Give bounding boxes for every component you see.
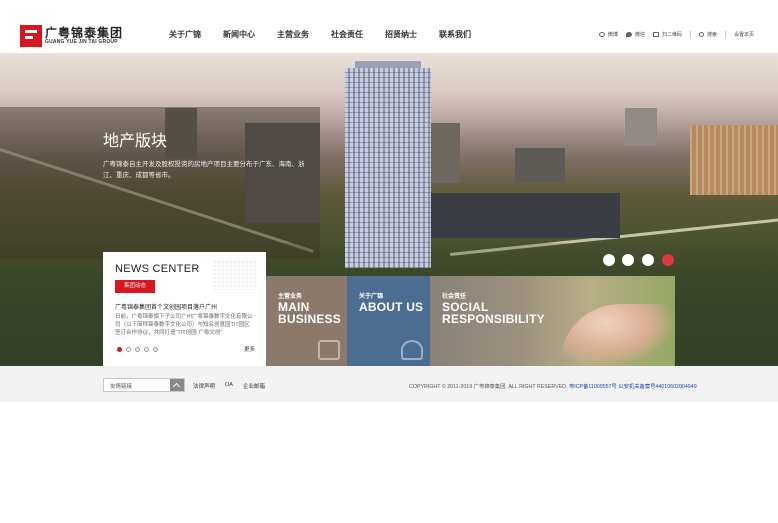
tile-main-business[interactable]: 主营业务 MAIN BUSINESS: [266, 276, 347, 366]
building-icon[interactable]: [662, 254, 674, 266]
footer-links: 法律声明 OA 企业邮箱: [193, 382, 275, 390]
select-value: 友情链接: [110, 384, 133, 390]
search-icon: [698, 32, 704, 37]
nav-item-business[interactable]: 主营业务: [277, 29, 309, 40]
copyright-text: COPYRIGHT © 2011-2019 广粤锦泰集团. ALL RIGHT …: [409, 384, 568, 390]
news-summary: 日前，广粤锦泰旗下子公司广州广粤锦泰数字文化有限公司（以下简称锦泰数字文化公司）…: [115, 314, 253, 336]
pagination-dot[interactable]: [153, 347, 158, 352]
nav-item-news[interactable]: 新闻中心: [223, 29, 255, 40]
set-home-link[interactable]: 设置本页: [734, 31, 754, 38]
nav-item-contact[interactable]: 联系我们: [439, 29, 471, 40]
top-links: 微博 微信 扫二维码 搜索 设置本页: [591, 31, 754, 38]
wechat-link[interactable]: 微信: [625, 31, 645, 38]
footer-link-mail[interactable]: 企业邮箱: [243, 382, 265, 390]
site-header: 广粤锦泰集团 GUANG YUE JIN TAI GROUP 关于广锦 新闻中心…: [0, 0, 778, 53]
pagination-dot[interactable]: [144, 347, 149, 352]
friend-links-select[interactable]: 友情链接: [103, 378, 185, 392]
scan-label: 扫二维码: [661, 32, 682, 38]
building: [515, 148, 565, 182]
binoculars-icon[interactable]: [603, 254, 615, 266]
footer-link-oa[interactable]: OA: [225, 382, 233, 390]
logo[interactable]: 广粤锦泰集团 GUANG YUE JIN TAI GROUP: [20, 25, 122, 47]
icp-link[interactable]: 粤ICP备11009557号: [569, 384, 617, 390]
news-center-card: NEWS CENTER 集团动态 广粤锦泰集团首个文创园项目落户广州 日前，广粤…: [103, 252, 266, 366]
set-home-label: 设置本页: [733, 32, 754, 38]
tile-social-responsibility[interactable]: 社会责任 SOCIAL RESPONSIBILITY: [430, 276, 675, 366]
page: 广粤锦泰集团 GUANG YUE JIN TAI GROUP 关于广锦 新闻中心…: [0, 0, 778, 523]
weibo-icon: [598, 32, 605, 37]
tile-subtitle: 关于广锦: [359, 294, 384, 300]
main-nav: 关于广锦 新闻中心 主营业务 社会责任 招贤纳士 联系我们: [160, 29, 493, 40]
divider: [689, 31, 691, 38]
people-icon: [401, 340, 423, 360]
wechat-icon: [625, 32, 632, 37]
nav-item-responsibility[interactable]: 社会责任: [331, 29, 363, 40]
briefcase-icon: [318, 340, 340, 360]
weibo-link[interactable]: 微博: [598, 31, 618, 38]
weibo-label: 微博: [607, 32, 618, 38]
nav-item-about[interactable]: 关于广锦: [169, 29, 201, 40]
tile-title: SOCIAL RESPONSIBILITY: [442, 300, 545, 326]
hero-description: 广粤锦泰自主开发及股权投资的房地产项目主要分布于广东、海南、浙江、重庆、成都等省…: [103, 161, 305, 179]
tower: [345, 68, 431, 268]
building: [430, 193, 620, 238]
wechat-label: 微信: [634, 32, 645, 38]
building: [690, 125, 778, 195]
tile-subtitle: 主营业务: [278, 294, 303, 300]
news-more-link[interactable]: 更多: [244, 345, 255, 353]
search-link[interactable]: 搜索: [698, 31, 717, 38]
news-pagination: [117, 347, 162, 352]
pagination-dot[interactable]: [126, 347, 131, 352]
qrcode-icon: [652, 32, 659, 37]
tile-about-us[interactable]: 关于广锦 ABOUT US: [347, 276, 430, 366]
graduation-cap-icon[interactable]: [642, 254, 654, 266]
site-footer: 友情链接 法律声明 OA 企业邮箱 COPYRIGHT © 2011-2019 …: [0, 366, 778, 402]
tile-subtitle: 社会责任: [442, 294, 467, 300]
logo-mark-icon: [20, 25, 42, 47]
building: [625, 108, 657, 146]
building: [430, 123, 460, 183]
police-record-link[interactable]: 公安机关备案号44010602004949: [618, 384, 696, 390]
hands-image: [560, 304, 675, 366]
divider: [724, 31, 726, 38]
tile-title: ABOUT US: [359, 300, 424, 314]
news-center-title: NEWS CENTER: [115, 263, 200, 275]
scan-link[interactable]: 扫二维码: [652, 31, 682, 38]
pagination-dot[interactable]: [135, 347, 140, 352]
award-icon[interactable]: [622, 254, 634, 266]
news-headline[interactable]: 广粤锦泰集团首个文创园项目落户广州: [115, 302, 260, 311]
chevron-up-icon[interactable]: [170, 379, 184, 391]
world-map-icon: [213, 260, 258, 290]
search-label: 搜索: [706, 32, 717, 38]
tile-title: MAIN BUSINESS: [278, 300, 341, 326]
logo-name-en: GUANG YUE JIN TAI GROUP: [45, 39, 118, 45]
nav-item-careers[interactable]: 招贤纳士: [385, 29, 417, 40]
pagination-dot[interactable]: [117, 347, 122, 352]
news-category-tag[interactable]: 集团动态: [115, 280, 155, 293]
copyright: COPYRIGHT © 2011-2019 广粤锦泰集团. ALL RIGHT …: [409, 382, 697, 390]
footer-link-legal[interactable]: 法律声明: [193, 382, 215, 390]
hero-title: 地产版块: [103, 133, 168, 150]
